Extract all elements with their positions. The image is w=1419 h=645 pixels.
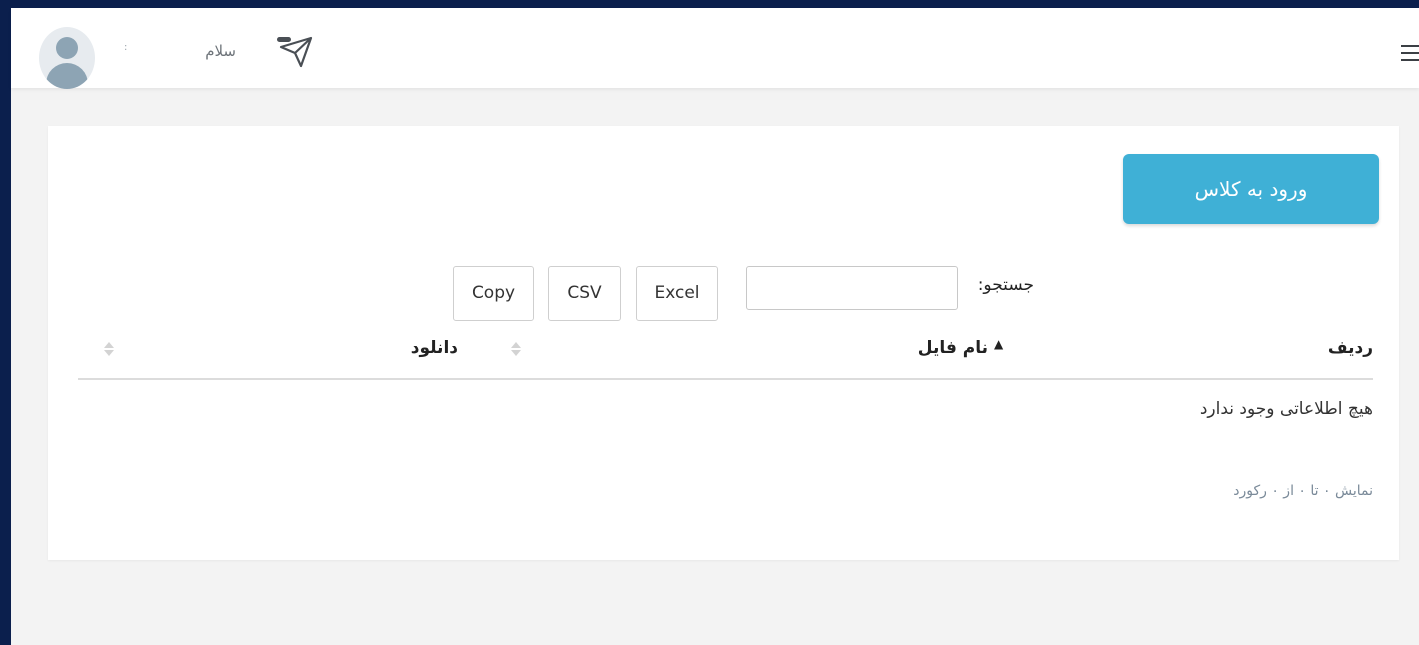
search-input[interactable] (746, 266, 958, 310)
avatar-body-icon (46, 63, 88, 89)
column-header-download[interactable]: دانلود (398, 338, 458, 358)
window-frame-left (0, 0, 11, 645)
top-navbar: : سلام (11, 8, 1419, 89)
search-label: جستجو: (977, 275, 1034, 295)
user-avatar[interactable] (39, 27, 95, 89)
greeting-text: سلام (205, 42, 236, 60)
menu-icon[interactable] (1401, 45, 1419, 63)
send-icon[interactable] (275, 35, 315, 69)
username: : (124, 42, 128, 53)
csv-button[interactable]: CSV (548, 266, 621, 321)
table-info: نمایش ۰ تا ۰ از ۰ رکورد (1233, 483, 1373, 499)
sort-asc-icon[interactable]: ▲ (994, 337, 1003, 351)
copy-button[interactable]: Copy (453, 266, 534, 321)
column-header-row[interactable]: ردیف (1298, 338, 1373, 358)
excel-button[interactable]: Excel (636, 266, 718, 321)
sort-icon[interactable] (511, 340, 521, 358)
avatar-head-icon (56, 37, 78, 59)
table-header-divider (78, 378, 1373, 380)
table-empty-message: هیچ اطلاعاتی وجود ندارد (1199, 399, 1373, 419)
window-frame-top (0, 0, 1419, 8)
enter-class-button[interactable]: ورود به کلاس (1123, 154, 1379, 224)
main-card: ورود به کلاس جستجو: Excel CSV Copy ردیف … (48, 126, 1399, 560)
column-header-filename[interactable]: نام فایل (878, 338, 988, 358)
sort-icon[interactable] (104, 340, 114, 358)
